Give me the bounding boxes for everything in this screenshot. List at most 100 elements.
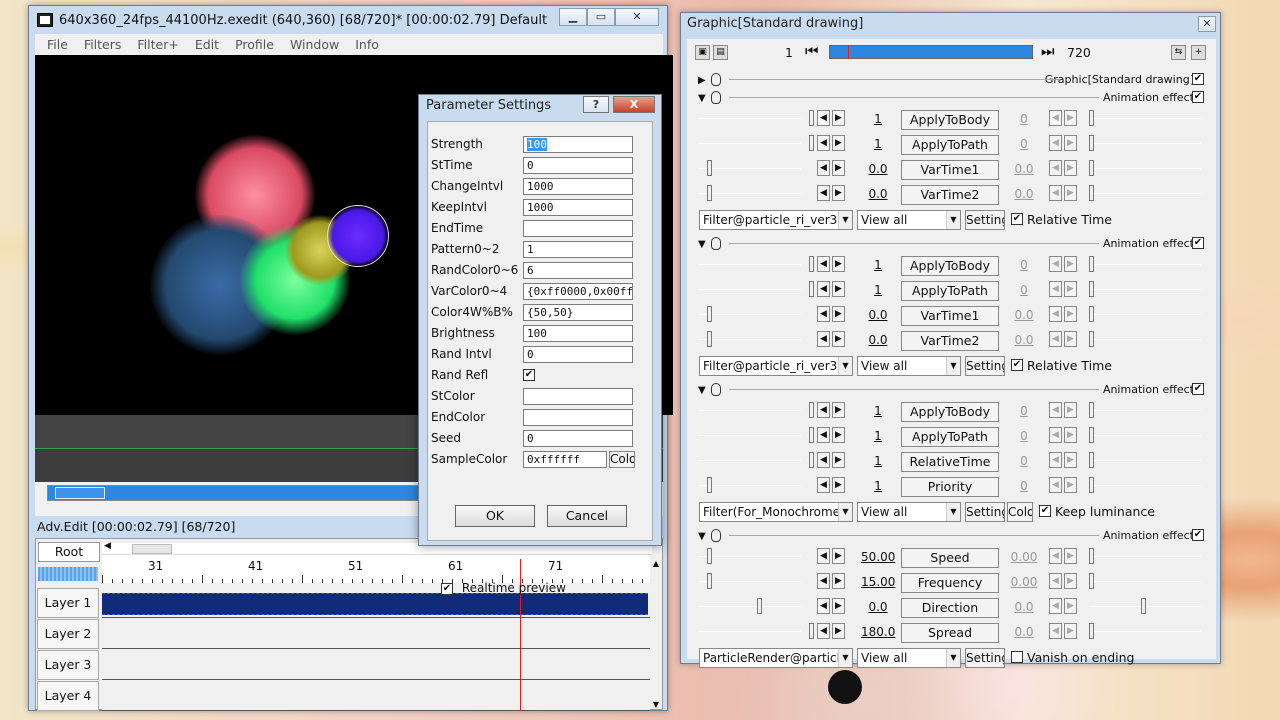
view-select[interactable]: View all ▼ <box>857 648 961 668</box>
param-end-value[interactable]: 0 <box>1007 112 1041 126</box>
param-value[interactable]: 15.00 <box>861 575 895 589</box>
param-end-slider-track[interactable] <box>1089 556 1201 557</box>
param-end-slider-track[interactable] <box>1089 193 1201 194</box>
chevron-down-icon[interactable]: ▼ <box>946 649 960 667</box>
increment-arrow-icon[interactable]: ▶ <box>832 185 845 201</box>
param-slider-track[interactable] <box>699 118 801 119</box>
section-header[interactable]: ▼ Animation effect ✔ <box>687 381 1216 399</box>
param-slider-track[interactable] <box>699 314 801 315</box>
close-button[interactable]: ✕ <box>615 8 659 26</box>
param-end-slider-thumb[interactable] <box>1089 623 1094 639</box>
param-input[interactable]: 100 <box>523 325 633 342</box>
ok-button[interactable]: OK <box>455 505 535 527</box>
filter-select[interactable]: ParticleRender@particle ▼ <box>699 648 853 668</box>
link-icon[interactable]: ⇆ <box>1171 45 1186 60</box>
mouse-icon[interactable] <box>711 91 721 104</box>
param-end-value[interactable]: 0.0 <box>1007 308 1041 322</box>
param-end-slider-thumb[interactable] <box>1089 331 1094 347</box>
increment-arrow-icon[interactable]: ▶ <box>832 427 845 443</box>
param-slider-track[interactable] <box>699 168 801 169</box>
param-slider-thumb[interactable] <box>707 306 712 322</box>
param-input[interactable] <box>523 388 633 405</box>
section-toggle-icon[interactable]: ▶ <box>698 75 706 86</box>
timeline-hscroll-thumb[interactable] <box>132 544 172 554</box>
param-end-slider-thumb[interactable] <box>1089 548 1094 564</box>
layer-4-header[interactable]: Layer 4 <box>37 681 99 711</box>
param-end-value[interactable]: 0.0 <box>1007 162 1041 176</box>
filter-select[interactable]: Filter@particle_ri_ver3 ▼ <box>699 356 853 376</box>
increment-arrow-icon[interactable]: ▶ <box>832 331 845 347</box>
param-end-value[interactable]: 0.00 <box>1007 575 1041 589</box>
param-input[interactable] <box>523 220 633 237</box>
param-end-value[interactable]: 0 <box>1007 454 1041 468</box>
param-name-button[interactable]: Priority <box>901 477 999 497</box>
param-value[interactable]: 0.0 <box>861 162 895 176</box>
filter-select[interactable]: Filter(For_Monochrome) ▼ <box>699 502 853 522</box>
timeline-vscroll[interactable]: ▲ ▼ <box>650 559 662 709</box>
param-end-value[interactable]: 0.0 <box>1007 600 1041 614</box>
param-end-slider-track[interactable] <box>1089 168 1201 169</box>
param-slider-track[interactable] <box>699 631 801 632</box>
param-slider-thumb[interactable] <box>809 402 814 418</box>
param-slider-track[interactable] <box>699 193 801 194</box>
param-value[interactable]: 1 <box>861 258 895 272</box>
param-end-slider-track[interactable] <box>1089 143 1201 144</box>
param-end-slider-track[interactable] <box>1089 289 1201 290</box>
param-value[interactable]: 0.0 <box>861 600 895 614</box>
param-name-button[interactable]: VarTime2 <box>901 185 999 205</box>
chevron-down-icon[interactable]: ▼ <box>838 357 852 375</box>
param-input[interactable]: 1 <box>523 241 633 258</box>
param-slider-track[interactable] <box>699 606 801 607</box>
increment-arrow-icon[interactable]: ▶ <box>832 452 845 468</box>
section-enable-checkbox[interactable]: ✔ <box>1192 529 1204 541</box>
param-name-button[interactable]: ApplyToBody <box>901 110 999 130</box>
increment-arrow-icon[interactable]: ▶ <box>832 548 845 564</box>
param-slider-thumb[interactable] <box>757 598 762 614</box>
param-end-slider-thumb[interactable] <box>1089 185 1094 201</box>
help-button[interactable]: ? <box>583 96 609 113</box>
param-name-button[interactable]: ApplyToBody <box>901 402 999 422</box>
rand-refl-checkbox[interactable]: ✔ <box>523 369 535 381</box>
param-end-slider-track[interactable] <box>1089 460 1201 461</box>
decrement-arrow-icon[interactable]: ◀ <box>817 281 830 297</box>
param-end-value[interactable]: 0 <box>1007 137 1041 151</box>
param-end-value[interactable]: 0 <box>1007 479 1041 493</box>
color-button[interactable]: Color <box>1007 502 1033 522</box>
option-checkbox[interactable]: ✔ <box>1011 359 1023 371</box>
menu-edit[interactable]: Edit <box>187 37 227 52</box>
layer-4-track[interactable] <box>102 681 650 711</box>
decrement-arrow-icon[interactable]: ◀ <box>817 623 830 639</box>
param-value[interactable]: 50.00 <box>861 550 895 564</box>
param-input[interactable]: {50,50} <box>523 304 633 321</box>
param-input[interactable]: 6 <box>523 262 633 279</box>
param-end-slider-track[interactable] <box>1089 118 1201 119</box>
decrement-arrow-icon[interactable]: ◀ <box>817 110 830 126</box>
param-end-slider-thumb[interactable] <box>1089 135 1094 151</box>
increment-arrow-icon[interactable]: ▶ <box>832 281 845 297</box>
param-slider-track[interactable] <box>699 339 801 340</box>
param-end-slider-thumb[interactable] <box>1089 256 1094 272</box>
param-slider-track[interactable] <box>699 143 801 144</box>
param-value[interactable]: 180.0 <box>861 625 895 639</box>
param-slider-thumb[interactable] <box>809 452 814 468</box>
param-end-slider-thumb[interactable] <box>1089 281 1094 297</box>
param-end-slider-thumb[interactable] <box>1089 402 1094 418</box>
increment-arrow-icon[interactable]: ▶ <box>832 306 845 322</box>
param-slider-track[interactable] <box>699 289 801 290</box>
layer-2-track[interactable] <box>102 619 650 649</box>
param-end-value[interactable]: 0.0 <box>1007 625 1041 639</box>
param-name-button[interactable]: VarTime2 <box>901 331 999 351</box>
decrement-arrow-icon[interactable]: ◀ <box>817 452 830 468</box>
param-end-slider-track[interactable] <box>1089 339 1201 340</box>
param-end-slider-track[interactable] <box>1089 264 1201 265</box>
param-name-button[interactable]: Frequency <box>901 573 999 593</box>
add-filter-icon[interactable]: + <box>1191 45 1206 60</box>
param-end-slider-thumb[interactable] <box>1089 110 1094 126</box>
decrement-arrow-icon[interactable]: ◀ <box>817 135 830 151</box>
chevron-down-icon[interactable]: ▼ <box>946 503 960 521</box>
increment-arrow-icon[interactable]: ▶ <box>832 110 845 126</box>
menu-filter-plus[interactable]: Filter+ <box>129 37 186 52</box>
param-end-slider-thumb[interactable] <box>1089 477 1094 493</box>
mouse-icon[interactable] <box>711 529 721 542</box>
param-name-button[interactable]: ApplyToPath <box>901 281 999 301</box>
